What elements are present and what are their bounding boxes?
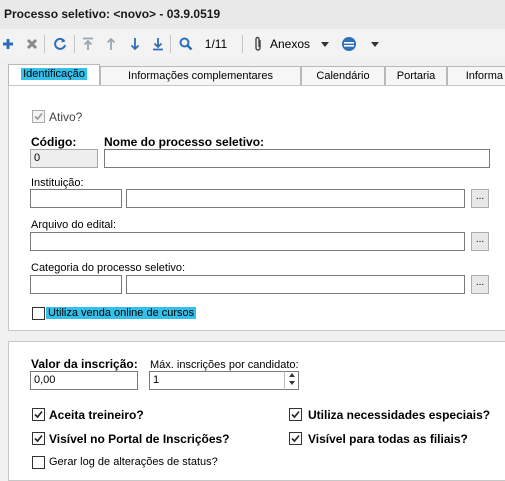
visivel-portal-checkbox[interactable] <box>32 432 45 445</box>
tab-label: Identificação <box>21 68 87 80</box>
options-icon[interactable] <box>340 34 358 54</box>
toolbar: 1/11 Anexos <box>0 29 505 59</box>
previous-record-icon[interactable] <box>103 34 119 54</box>
necessidades-label: Utiliza necessidades especiais? <box>308 408 491 422</box>
record-counter: 1/11 <box>204 37 228 51</box>
arquivo-field[interactable] <box>30 232 465 251</box>
plus-icon[interactable] <box>0 34 16 54</box>
next-record-icon[interactable] <box>127 34 143 54</box>
delete-icon[interactable] <box>24 34 40 54</box>
first-record-icon[interactable] <box>80 34 96 54</box>
aceita-treineiro-checkbox[interactable] <box>32 408 45 421</box>
codigo-label: Código: <box>31 135 77 149</box>
tab-label: Informa <box>465 70 503 82</box>
venda-online-label: Utiliza venda online de cursos <box>46 307 197 319</box>
categoria-browse-button[interactable]: ... <box>471 275 489 294</box>
last-record-icon[interactable] <box>150 34 166 54</box>
tab-bar: Identificação Informações complementares… <box>0 64 505 87</box>
aceita-treineiro-label: Aceita treineiro? <box>49 408 144 422</box>
max-inscricoes-value: 1 <box>153 374 160 386</box>
categoria-code-field[interactable] <box>30 275 122 294</box>
checkmark-icon <box>291 410 300 419</box>
tab-informacoes-complementares[interactable]: Informações complementares <box>100 66 301 86</box>
instituicao-code-field[interactable] <box>30 189 122 208</box>
checkmark-icon <box>34 112 43 121</box>
codigo-field[interactable]: 0 <box>30 149 98 168</box>
nome-field[interactable] <box>104 149 490 168</box>
ativo-checkbox[interactable] <box>32 110 45 123</box>
toolbar-separator <box>44 35 45 53</box>
visivel-filiais-checkbox[interactable] <box>289 432 302 445</box>
tab-calendario[interactable]: Calendário <box>301 66 385 86</box>
categoria-label: Categoria do processo seletivo: <box>31 262 186 274</box>
visivel-filiais-label: Visível para todas as filiais? <box>308 432 468 446</box>
identification-panel <box>8 85 505 331</box>
tab-informa[interactable]: Informa <box>447 66 505 86</box>
refresh-icon[interactable] <box>51 34 69 54</box>
tab-portaria[interactable]: Portaria <box>385 66 447 86</box>
valor-label: Valor da inscrição: <box>31 357 138 371</box>
tab-label: Calendário <box>316 70 370 82</box>
tab-label: Informações complementares <box>128 70 273 82</box>
tab-label: Portaria <box>396 70 436 82</box>
instituicao-browse-button[interactable]: ... <box>471 189 489 208</box>
arquivo-browse-button[interactable]: ... <box>471 232 489 251</box>
arquivo-label: Arquivo do edital: <box>31 219 116 231</box>
instituicao-name-field[interactable] <box>126 189 465 208</box>
toolbar-separator <box>170 35 171 53</box>
gerar-log-label: Gerar log de alterações de status? <box>49 456 218 468</box>
max-inscricoes-field[interactable]: 1 <box>149 371 299 390</box>
chevron-down-icon[interactable] <box>320 34 330 54</box>
venda-online-checkbox[interactable] <box>32 307 45 320</box>
attachments-label[interactable]: Anexos <box>270 34 316 54</box>
checkmark-icon <box>291 434 300 443</box>
toolbar-separator <box>74 35 75 53</box>
necessidades-checkbox[interactable] <box>289 408 302 421</box>
visivel-portal-label: Visível no Portal de Inscrições? <box>49 432 230 446</box>
chevron-down-icon[interactable] <box>370 34 380 54</box>
paperclip-icon[interactable] <box>250 34 266 54</box>
stepper-down-icon[interactable] <box>285 379 298 387</box>
valor-field[interactable]: 0,00 <box>30 371 138 390</box>
checkmark-icon <box>34 410 43 419</box>
title-bar: Processo seletivo: <novo> - 03.9.0519 <box>0 0 505 30</box>
categoria-name-field[interactable] <box>126 275 465 294</box>
ativo-label: Ativo? <box>49 110 83 124</box>
stepper-up-icon[interactable] <box>285 371 298 379</box>
window-title: Processo seletivo: <novo> - 03.9.0519 <box>4 7 221 21</box>
quantity-stepper[interactable] <box>284 371 298 390</box>
search-icon[interactable] <box>177 34 195 54</box>
max-inscricoes-label: Máx. inscrições por candidato: <box>150 359 299 371</box>
gerar-log-checkbox[interactable] <box>32 456 45 469</box>
instituicao-label: Instituição: <box>31 177 84 189</box>
checkmark-icon <box>34 434 43 443</box>
toolbar-separator <box>242 35 243 53</box>
tab-identificacao[interactable]: Identificação <box>8 64 100 87</box>
nome-label: Nome do processo seletivo: <box>104 135 265 149</box>
